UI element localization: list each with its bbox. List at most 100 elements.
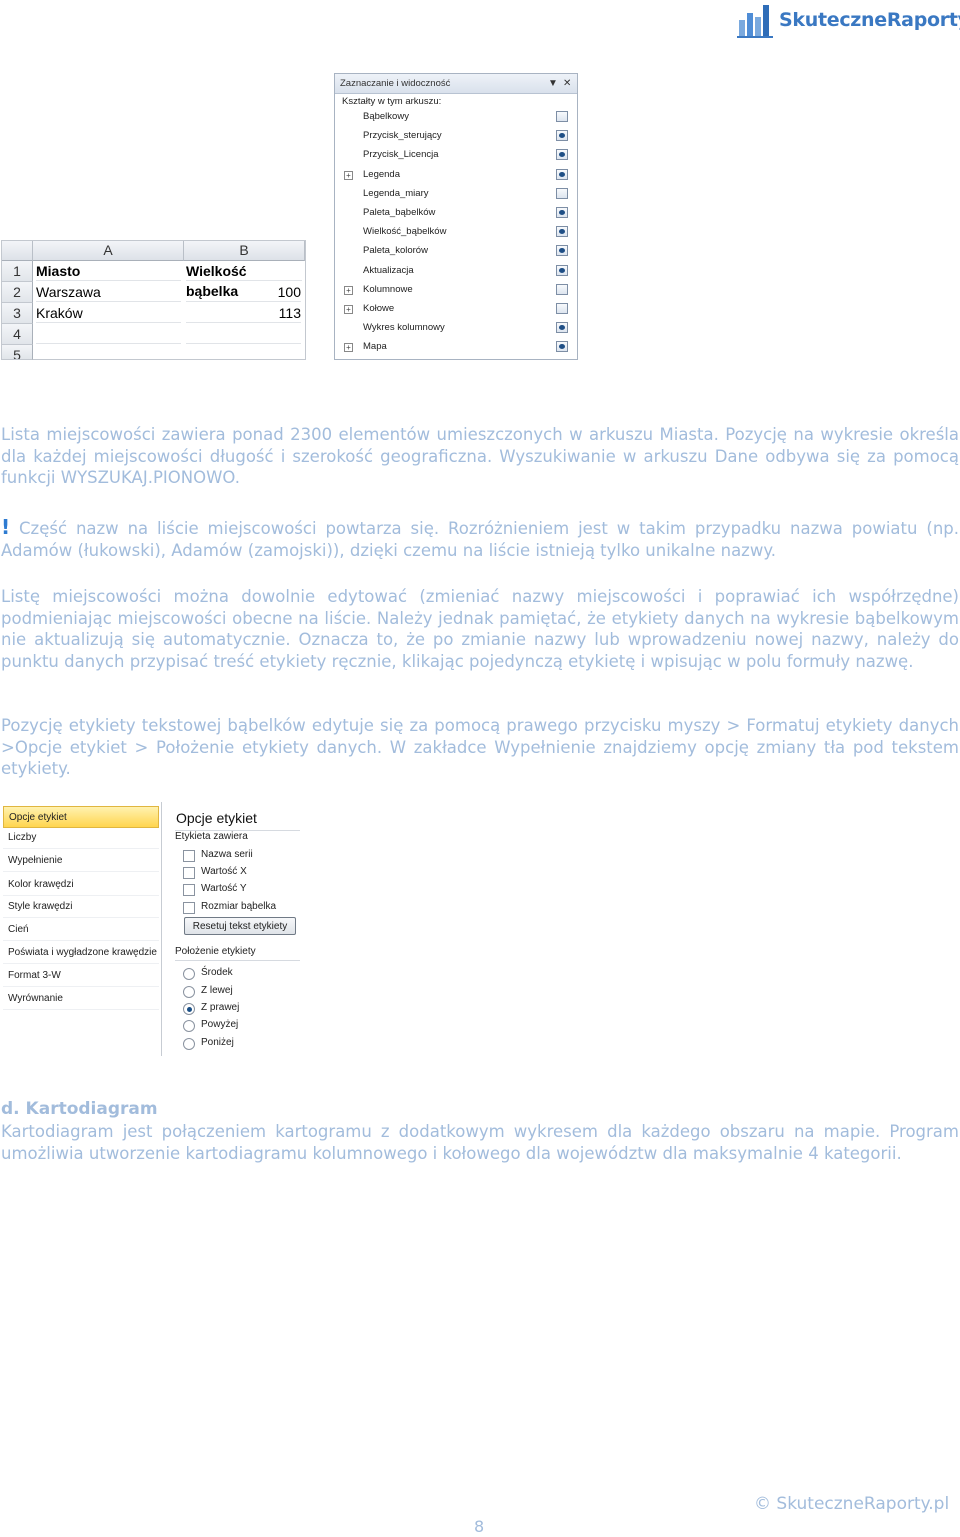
shape-name: Przycisk_Licencja xyxy=(363,149,439,161)
logo-text: SkuteczneRaporty.pl xyxy=(779,9,960,31)
expand-icon[interactable]: + xyxy=(344,305,353,314)
row-header[interactable]: 3 xyxy=(2,303,33,324)
shape-list-item[interactable]: Paleta_kolorów xyxy=(335,242,575,261)
shape-list-item[interactable]: Przycisk_Licencja xyxy=(335,146,575,165)
column-header-b[interactable]: B xyxy=(184,241,305,261)
nav-item[interactable]: Liczby xyxy=(3,827,159,849)
cell-b2[interactable]: 100 xyxy=(186,282,301,302)
row-header[interactable]: 4 xyxy=(2,324,33,345)
radio[interactable] xyxy=(183,1020,195,1032)
cell-a2[interactable]: Warszawa xyxy=(36,282,181,302)
shape-list-item[interactable]: + Kolumnowe xyxy=(335,281,575,300)
checkbox[interactable] xyxy=(183,850,195,862)
options-title: Opcje etykiet xyxy=(176,810,257,826)
visibility-eye-icon[interactable] xyxy=(556,322,568,334)
shape-name: Kolumnowe xyxy=(363,283,413,295)
shape-list-item[interactable]: Bąbelkowy xyxy=(335,108,575,127)
nav-item[interactable]: Poświata i wygładzone krawędzie xyxy=(3,942,159,964)
shape-name: Bąbelkowy xyxy=(363,111,409,122)
cell-b4[interactable] xyxy=(186,324,301,344)
format-dialog-nav: Opcje etykiet Liczby Wypełnienie Kolor kraw… xyxy=(1,802,162,1056)
visibility-eye-icon[interactable] xyxy=(556,149,568,161)
visibility-eye-icon[interactable] xyxy=(556,303,568,314)
visibility-eye-icon[interactable] xyxy=(556,168,568,180)
checkbox[interactable] xyxy=(183,867,195,879)
paragraph-duplicate-names: ! Część nazw na liście miejscowości powt… xyxy=(1,515,959,561)
visibility-eye-icon[interactable] xyxy=(556,226,568,238)
radio-selected[interactable] xyxy=(183,1003,195,1015)
visibility-eye-icon[interactable] xyxy=(556,283,568,295)
paragraph-kartodiagram: Kartodiagram jest połączeniem kartogramu… xyxy=(1,1122,959,1163)
shape-list-item[interactable]: Paleta_bąbelków xyxy=(335,204,575,223)
shape-list-item[interactable]: Aktualizacja xyxy=(335,262,575,281)
page-number: 8 xyxy=(474,1517,485,1536)
nav-item[interactable]: Style krawędzi xyxy=(3,896,159,918)
pane-title: Zaznaczanie i widoczność xyxy=(340,78,451,89)
footer-brand: © SkuteczneRaporty.pl xyxy=(754,1494,950,1514)
shape-name: Legenda_miary xyxy=(363,187,429,199)
radio[interactable] xyxy=(183,968,195,980)
row-header[interactable]: 2 xyxy=(2,282,33,303)
close-icon[interactable]: ✕ xyxy=(563,74,571,93)
visibility-eye-icon[interactable] xyxy=(556,130,568,142)
shape-list-item[interactable]: + Kołowe xyxy=(335,300,575,319)
nav-item[interactable]: Wypełnienie xyxy=(3,850,159,872)
paragraph-edit-list: Listę miejscowości można dowolnie edytow… xyxy=(1,587,959,671)
cell-b1[interactable]: Wielkość bąbelka xyxy=(186,261,302,299)
column-header-a[interactable]: A xyxy=(33,241,184,261)
format-dialog-options: Opcje etykiet Etykieta zawiera Nazwa ser… xyxy=(170,802,300,1056)
visibility-eye-icon[interactable] xyxy=(556,245,568,257)
row-header[interactable]: 1 xyxy=(2,261,33,282)
pane-dropdown-icon[interactable]: ▼ xyxy=(548,74,558,93)
radio[interactable] xyxy=(183,986,195,998)
visibility-eye-icon[interactable] xyxy=(556,111,568,122)
shape-name: Paleta_bąbelków xyxy=(363,207,436,218)
shape-list-item[interactable]: + Mapa xyxy=(335,338,575,357)
shape-name: Mapa xyxy=(363,341,387,353)
nav-item[interactable]: Opcje etykiet xyxy=(3,806,159,828)
shape-name: Wielkość_bąbelków xyxy=(363,226,447,238)
cell-a3[interactable]: Kraków xyxy=(36,303,181,323)
shape-name: Aktualizacja xyxy=(363,264,414,276)
shape-list-item[interactable]: + Legenda xyxy=(335,166,575,185)
visibility-eye-icon[interactable] xyxy=(556,207,568,218)
selection-pane: Zaznaczanie i widoczność ▼ ✕ Kształty w … xyxy=(334,73,578,360)
section-heading: d. Kartodiagram xyxy=(1,1099,158,1119)
warning-mark: ! xyxy=(1,515,11,539)
pane-subtitle: Kształty w tym arkuszu: xyxy=(342,96,442,107)
shape-list-item[interactable]: Legenda_miary xyxy=(335,185,575,204)
shape-name: Legenda xyxy=(363,168,400,180)
shape-list-item[interactable]: Przycisk_sterujący xyxy=(335,127,575,146)
corner-header[interactable] xyxy=(2,241,33,261)
shape-list-item[interactable]: Wielkość_bąbelków xyxy=(335,223,575,242)
shape-name: Wykres kolumnowy xyxy=(363,322,445,334)
paragraph-city-list: Lista miejscowości zawiera ponad 2300 el… xyxy=(1,425,959,487)
visibility-eye-icon[interactable] xyxy=(556,264,568,276)
section-label-position: Położenie etykiety xyxy=(175,946,256,957)
row-header[interactable]: 5 xyxy=(2,345,33,360)
visibility-eye-icon[interactable] xyxy=(556,341,568,353)
divider xyxy=(175,960,300,961)
cell-a1[interactable]: Miasto xyxy=(36,261,181,281)
pane-title-bar: Zaznaczanie i widoczność ▼ ✕ xyxy=(335,74,577,94)
nav-item[interactable]: Format 3-W xyxy=(3,965,159,987)
nav-item[interactable]: Cień xyxy=(3,919,159,941)
expand-icon[interactable]: + xyxy=(344,170,353,180)
nav-item[interactable]: Kolor krawędzi xyxy=(3,874,159,896)
paragraph-duplicate-names-text: Część nazw na liście miejscowości powtar… xyxy=(1,519,959,560)
expand-icon[interactable]: + xyxy=(344,285,353,295)
expand-icon[interactable]: + xyxy=(344,343,353,353)
nav-item[interactable]: Wyrównanie xyxy=(3,988,159,1010)
paragraph-label-position: Pozycję etykiety tekstowej bąbelków edyt… xyxy=(1,716,959,778)
section-label-contains: Etykieta zawiera xyxy=(175,831,248,842)
radio[interactable] xyxy=(183,1038,195,1050)
checkbox[interactable] xyxy=(183,902,195,914)
shape-list-item[interactable]: Wykres kolumnowy xyxy=(335,319,575,338)
visibility-eye-icon[interactable] xyxy=(556,187,568,199)
cell-b3[interactable]: 113 xyxy=(186,303,301,323)
reset-label-text-button[interactable]: Resetuj tekst etykiety xyxy=(184,917,296,935)
site-logo: SkuteczneRaporty.pl xyxy=(737,2,960,38)
cell-a4[interactable] xyxy=(36,324,181,344)
checkbox[interactable] xyxy=(183,884,195,896)
spreadsheet-preview: A B 1 2 3 4 5 Miasto Wielkość bąbelka Wa… xyxy=(1,240,306,360)
